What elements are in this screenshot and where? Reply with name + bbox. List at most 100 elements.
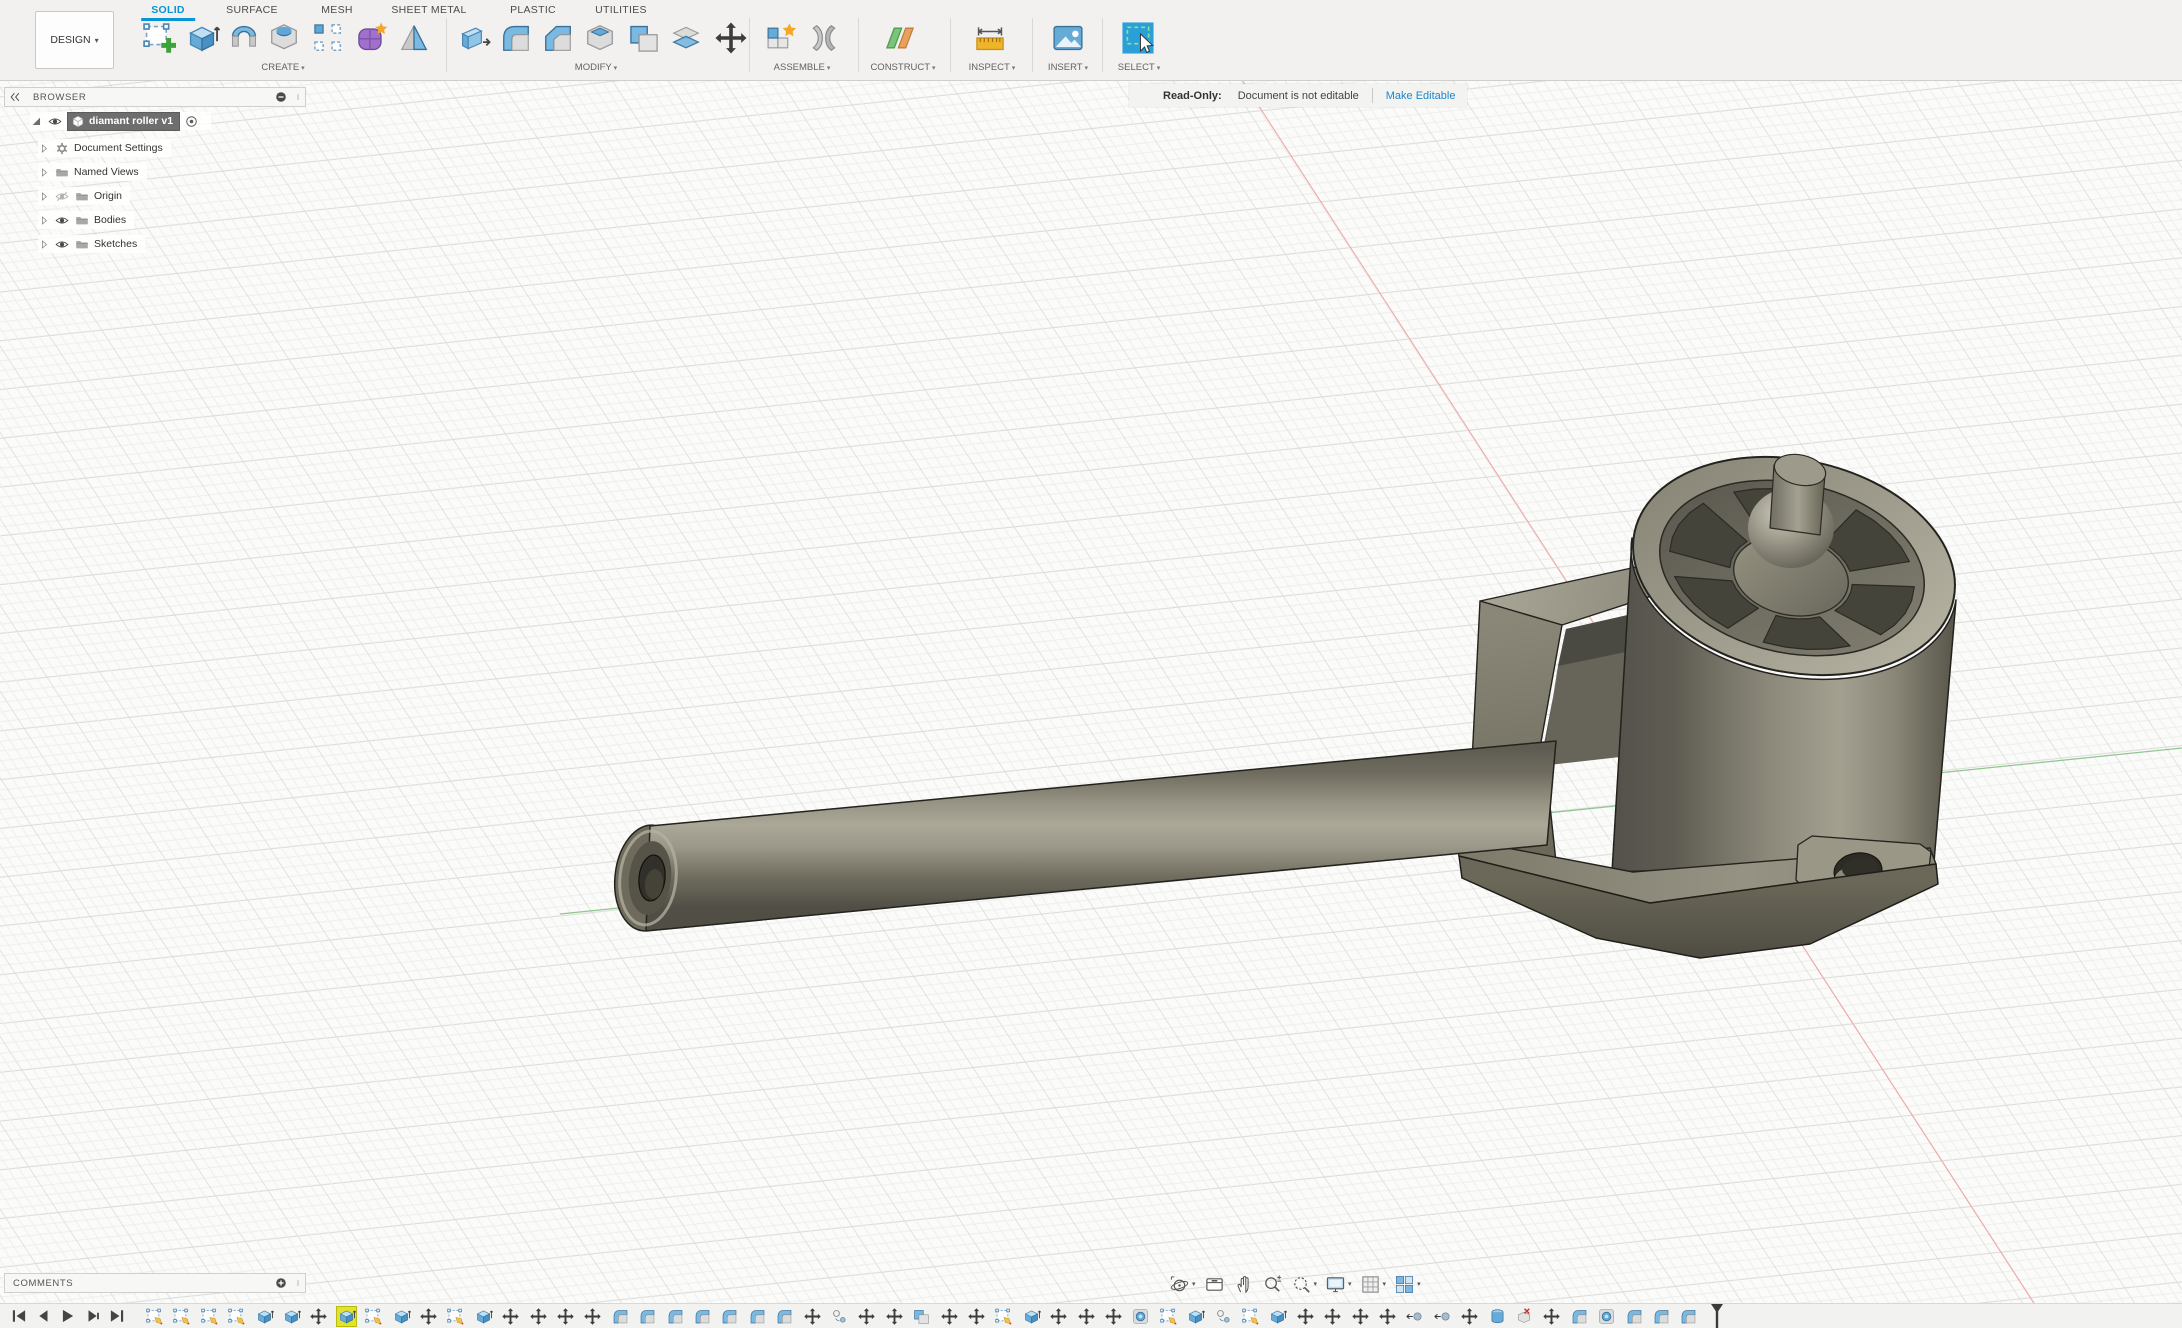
- browser-panel-header[interactable]: BROWSER: [4, 87, 306, 107]
- make-editable-link[interactable]: Make Editable: [1386, 90, 1456, 102]
- timeline-op-hole[interactable]: [1130, 1306, 1151, 1327]
- timeline-op-extrude[interactable]: [391, 1306, 412, 1327]
- collapse-panel-icon[interactable]: [8, 90, 22, 104]
- group-label-inspect[interactable]: INSPECT: [969, 62, 1016, 73]
- group-label-select[interactable]: SELECT: [1118, 62, 1160, 73]
- joint-button[interactable]: [806, 20, 842, 56]
- tab-solid[interactable]: SOLID: [147, 2, 189, 18]
- combine-button[interactable]: [626, 20, 662, 56]
- browser-row-named-views[interactable]: Named Views: [38, 163, 147, 181]
- radio-target-icon[interactable]: [184, 114, 199, 129]
- timeline-op-joint[interactable]: [1404, 1306, 1425, 1327]
- eye-off-icon[interactable]: [54, 189, 70, 204]
- timeline-op-move[interactable]: [500, 1306, 521, 1327]
- tri-closed-icon[interactable]: [38, 189, 50, 204]
- timeline-position-marker[interactable]: [1710, 1304, 1724, 1328]
- grid-settings-tool[interactable]: ▾: [1356, 1271, 1391, 1297]
- timeline-op-fillet[interactable]: [637, 1306, 658, 1327]
- tri-closed-icon[interactable]: [38, 213, 50, 228]
- rectangular-pattern-button[interactable]: [310, 20, 346, 56]
- create-sketch-button[interactable]: [140, 20, 176, 56]
- panel-grip-icon[interactable]: [294, 90, 302, 104]
- form-button[interactable]: [354, 20, 390, 56]
- tab-sheet-metal[interactable]: SHEET METAL: [387, 2, 470, 18]
- viewports-tool[interactable]: ▾: [1390, 1271, 1425, 1297]
- tab-surface[interactable]: SURFACE: [222, 2, 282, 18]
- orbit-tool[interactable]: ▾: [1165, 1271, 1200, 1297]
- timeline-op-sketch[interactable]: [199, 1306, 220, 1327]
- timeline-op-move[interactable]: [1076, 1306, 1097, 1327]
- viewport-canvas[interactable]: [0, 0, 2182, 1328]
- browser-row-origin[interactable]: Origin: [38, 187, 130, 205]
- timeline-op-extrude[interactable]: [254, 1306, 275, 1327]
- comments-panel-header[interactable]: COMMENTS: [4, 1273, 306, 1293]
- display-settings-tool[interactable]: ▾: [1321, 1271, 1356, 1297]
- timeline-op-fillet[interactable]: [774, 1306, 795, 1327]
- timeline-op-sketch[interactable]: [363, 1306, 384, 1327]
- timeline-op-move[interactable]: [555, 1306, 576, 1327]
- timeline-op-move[interactable]: [1350, 1306, 1371, 1327]
- group-label-insert[interactable]: INSERT: [1048, 62, 1088, 73]
- split-body-button[interactable]: [668, 20, 704, 56]
- tri-closed-icon[interactable]: [38, 165, 50, 180]
- workspace-selector[interactable]: DESIGN: [35, 11, 114, 69]
- timeline-op-move[interactable]: [966, 1306, 987, 1327]
- zoom-window-tool[interactable]: ▾: [1287, 1271, 1322, 1297]
- timeline-op-sketch[interactable]: [1240, 1306, 1261, 1327]
- new-component-button[interactable]: [764, 20, 800, 56]
- chevron-down-icon[interactable]: ▾: [1417, 1280, 1421, 1288]
- timeline-op-move[interactable]: [582, 1306, 603, 1327]
- timeline-op-extrude[interactable]: [1185, 1306, 1206, 1327]
- group-label-create[interactable]: CREATE: [261, 62, 304, 73]
- chevron-down-icon[interactable]: ▾: [1192, 1280, 1196, 1288]
- gear-icon[interactable]: [54, 141, 70, 156]
- insert-image-button[interactable]: [1050, 20, 1086, 56]
- tab-plastic[interactable]: PLASTIC: [506, 2, 560, 18]
- construct-plane-button[interactable]: [882, 20, 918, 56]
- chevron-down-icon[interactable]: ▾: [1383, 1280, 1387, 1288]
- tri-root-icon[interactable]: [30, 114, 43, 129]
- playback-play-button[interactable]: [58, 1307, 76, 1325]
- extrude-button[interactable]: [184, 20, 220, 56]
- shell-button[interactable]: [582, 20, 618, 56]
- playback-next-button[interactable]: [84, 1307, 102, 1325]
- timeline-op-sketch[interactable]: [445, 1306, 466, 1327]
- browser-row-bodies[interactable]: Bodies: [38, 211, 134, 229]
- timeline-op-extrude[interactable]: [281, 1306, 302, 1327]
- timeline-op-move[interactable]: [1541, 1306, 1562, 1327]
- timeline-op-move[interactable]: [939, 1306, 960, 1327]
- eye-icon[interactable]: [54, 213, 70, 228]
- playback-first-button[interactable]: [10, 1307, 28, 1325]
- browser-row-sketches[interactable]: Sketches: [38, 235, 145, 253]
- timeline-op-fillet[interactable]: [747, 1306, 768, 1327]
- timeline-op-fillet[interactable]: [692, 1306, 713, 1327]
- eye-icon[interactable]: [47, 114, 63, 129]
- folder-icon[interactable]: [74, 189, 90, 204]
- timeline-op-move[interactable]: [418, 1306, 439, 1327]
- move-button[interactable]: [713, 20, 749, 56]
- timeline-op-combine[interactable]: [911, 1306, 932, 1327]
- timeline-op-cylinder[interactable]: [1487, 1306, 1508, 1327]
- measure-button[interactable]: [972, 20, 1008, 56]
- browser-row-document-settings[interactable]: Document Settings: [38, 139, 171, 157]
- browser-root-row[interactable]: diamant roller v1: [30, 112, 211, 130]
- timeline-op-sketch[interactable]: [144, 1306, 165, 1327]
- timeline-op-move[interactable]: [1322, 1306, 1343, 1327]
- select-button[interactable]: [1120, 20, 1156, 56]
- tab-mesh[interactable]: MESH: [317, 2, 357, 18]
- tri-closed-icon[interactable]: [38, 237, 50, 252]
- timeline-op-pattern-circular[interactable]: [829, 1306, 850, 1327]
- timeline-op-sketch[interactable]: [1158, 1306, 1179, 1327]
- chevron-down-icon[interactable]: ▾: [1348, 1280, 1352, 1288]
- timeline-op-sketch[interactable]: [993, 1306, 1014, 1327]
- timeline-op-fillet[interactable]: [665, 1306, 686, 1327]
- eye-icon[interactable]: [54, 237, 70, 252]
- close-panel-icon[interactable]: [274, 90, 288, 104]
- timeline-op-move[interactable]: [884, 1306, 905, 1327]
- draft-button[interactable]: [396, 20, 432, 56]
- timeline-op-pattern-circular[interactable]: [1213, 1306, 1234, 1327]
- fillet-button[interactable]: [498, 20, 534, 56]
- timeline-op-sketch[interactable]: [226, 1306, 247, 1327]
- timeline-op-extrude[interactable]: [473, 1306, 494, 1327]
- timeline-op-delete[interactable]: [1514, 1306, 1535, 1327]
